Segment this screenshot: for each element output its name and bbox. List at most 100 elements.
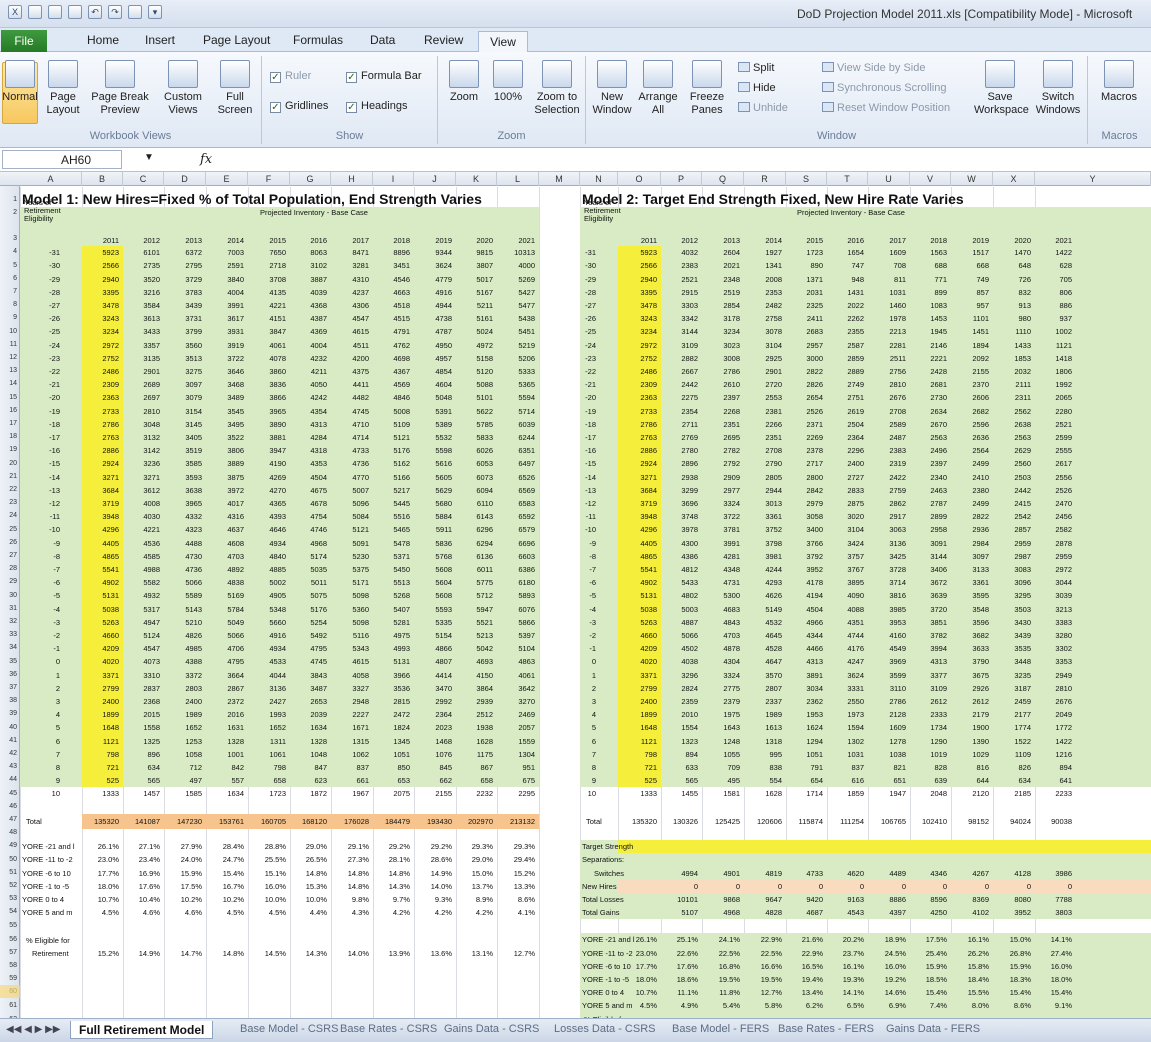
save-icon[interactable]	[68, 5, 82, 19]
sheet-tab-gains-data-fers[interactable]: Gains Data - FERS	[878, 1021, 988, 1039]
row-header[interactable]: 10	[0, 328, 20, 335]
custom-views-button[interactable]: Custom Views	[160, 60, 206, 117]
row-header[interactable]: 41	[0, 737, 20, 744]
tab-view[interactable]: View	[478, 31, 528, 53]
row-header[interactable]: 13	[0, 367, 20, 374]
undo-icon[interactable]: ↶	[88, 5, 102, 19]
row-header[interactable]: 29	[0, 578, 20, 585]
new-window-button[interactable]: New Window	[590, 60, 634, 117]
macros-button[interactable]: Macros	[1094, 60, 1144, 104]
row-header[interactable]: 23	[0, 499, 20, 506]
row-header[interactable]: 15	[0, 394, 20, 401]
row-header[interactable]: 6	[0, 275, 20, 282]
column-header[interactable]: Y	[1035, 172, 1151, 186]
tab-page-layout[interactable]: Page Layout	[203, 33, 270, 47]
row-header[interactable]: 38	[0, 697, 20, 704]
customize-toolbar-icon[interactable]: ▾	[148, 5, 162, 19]
view-side-by-side-button[interactable]: View Side by Side	[822, 62, 925, 74]
row-header[interactable]: 19	[0, 446, 20, 453]
save-workspace-button[interactable]: Save Workspace	[974, 60, 1029, 117]
row-header[interactable]: 52	[0, 882, 20, 889]
row-header[interactable]: 35	[0, 658, 20, 665]
freeze-panes-button[interactable]: Freeze Panes	[682, 60, 732, 117]
name-box-dropdown-icon[interactable]: ▼	[144, 152, 154, 163]
row-header[interactable]: 22	[0, 486, 20, 493]
row-header[interactable]: 48	[0, 829, 20, 836]
full-screen-button[interactable]: Full Screen	[212, 60, 258, 117]
page-break-preview-button[interactable]: Page Break Preview	[88, 60, 152, 117]
worksheet-grid[interactable]: ABCDEFGHIJKLMNOPQRSTUVWXY 1 2 3 4 5 6 7 8 9 10 11 1…	[0, 172, 1151, 1018]
zoom-to-selection-button[interactable]: Zoom to Selection	[530, 60, 584, 117]
row-header[interactable]: 43	[0, 763, 20, 770]
sheet-tab-base-rates-csrs[interactable]: Base Rates - CSRS	[332, 1021, 445, 1039]
tab-insert[interactable]: Insert	[145, 33, 175, 47]
zoom-button[interactable]: Zoom	[444, 60, 484, 104]
column-header[interactable]: U	[868, 172, 910, 186]
row-header[interactable]: 27	[0, 552, 20, 559]
row-header[interactable]: 4	[0, 248, 20, 255]
redo-icon[interactable]: ↷	[108, 5, 122, 19]
switch-windows-button[interactable]: Switch Windows	[1030, 60, 1086, 117]
row-header[interactable]: 14	[0, 380, 20, 387]
row-header[interactable]: 36	[0, 671, 20, 678]
row-header[interactable]: 34	[0, 644, 20, 651]
row-header[interactable]: 21	[0, 473, 20, 480]
column-header[interactable]: N	[580, 172, 618, 186]
split-button[interactable]: Split	[738, 62, 774, 74]
column-header[interactable]: C	[123, 172, 164, 186]
insert-function-icon[interactable]: fx	[200, 152, 212, 167]
tab-data[interactable]: Data	[370, 33, 395, 47]
row-header[interactable]: 18	[0, 433, 20, 440]
row-header[interactable]: 12	[0, 354, 20, 361]
row-header[interactable]: 30	[0, 592, 20, 599]
row-header[interactable]: 2	[0, 209, 20, 216]
row-header[interactable]: 58	[0, 962, 20, 969]
row-header[interactable]: 16	[0, 407, 20, 414]
column-header[interactable]: S	[786, 172, 827, 186]
sheet-tab-losses-data-csrs[interactable]: Losses Data - CSRS	[546, 1021, 663, 1039]
column-header[interactable]: V	[910, 172, 951, 186]
tab-review[interactable]: Review	[424, 33, 463, 47]
column-header[interactable]: M	[539, 172, 580, 186]
column-header[interactable]: F	[248, 172, 290, 186]
row-header[interactable]: 9	[0, 314, 20, 321]
row-header[interactable]: 40	[0, 724, 20, 731]
column-header[interactable]: L	[497, 172, 539, 186]
row-header[interactable]: 45	[0, 790, 20, 797]
name-box[interactable]: AH60	[2, 150, 122, 169]
row-header[interactable]: 46	[0, 803, 20, 810]
row-header[interactable]: 54	[0, 908, 20, 915]
row-header[interactable]: 56	[0, 936, 20, 943]
sheet-tab-full-retirement-model[interactable]: Full Retirement Model	[70, 1021, 214, 1039]
column-header[interactable]: X	[993, 172, 1035, 186]
row-header[interactable]: 47	[0, 816, 20, 823]
tab-formulas[interactable]: Formulas	[293, 33, 343, 47]
sheet-tab-base-rates-fers[interactable]: Base Rates - FERS	[770, 1021, 882, 1039]
column-header[interactable]: K	[456, 172, 497, 186]
row-header[interactable]: 8	[0, 301, 20, 308]
row-header[interactable]: 31	[0, 605, 20, 612]
headings-checkbox[interactable]: ✓ Headings	[346, 100, 407, 113]
row-header[interactable]: 57	[0, 949, 20, 956]
row-header[interactable]: 28	[0, 565, 20, 572]
row-header[interactable]: 44	[0, 776, 20, 783]
tab-home[interactable]: Home	[87, 33, 119, 47]
row-header[interactable]: 26	[0, 539, 20, 546]
row-header[interactable]: 49	[0, 842, 20, 849]
reset-window-position-button[interactable]: Reset Window Position	[822, 102, 950, 114]
row-header[interactable]: 59	[0, 975, 20, 982]
row-header[interactable]: 20	[0, 460, 20, 467]
column-header[interactable]: Q	[702, 172, 744, 186]
column-header[interactable]: A	[20, 172, 82, 186]
row-header[interactable]: 61	[0, 1002, 20, 1009]
row-header[interactable]: 55	[0, 922, 20, 929]
row-header[interactable]: 11	[0, 341, 20, 348]
page-layout-button[interactable]: Page Layout	[44, 60, 82, 117]
gridlines-checkbox[interactable]: ✓ Gridlines	[270, 100, 328, 113]
column-header[interactable]: B	[82, 172, 123, 186]
column-header[interactable]: J	[414, 172, 456, 186]
zoom-100-button[interactable]: 100%	[488, 60, 528, 104]
row-header[interactable]: 7	[0, 288, 20, 295]
row-header[interactable]: 39	[0, 710, 20, 717]
synchronous-scrolling-button[interactable]: Synchronous Scrolling	[822, 82, 946, 94]
